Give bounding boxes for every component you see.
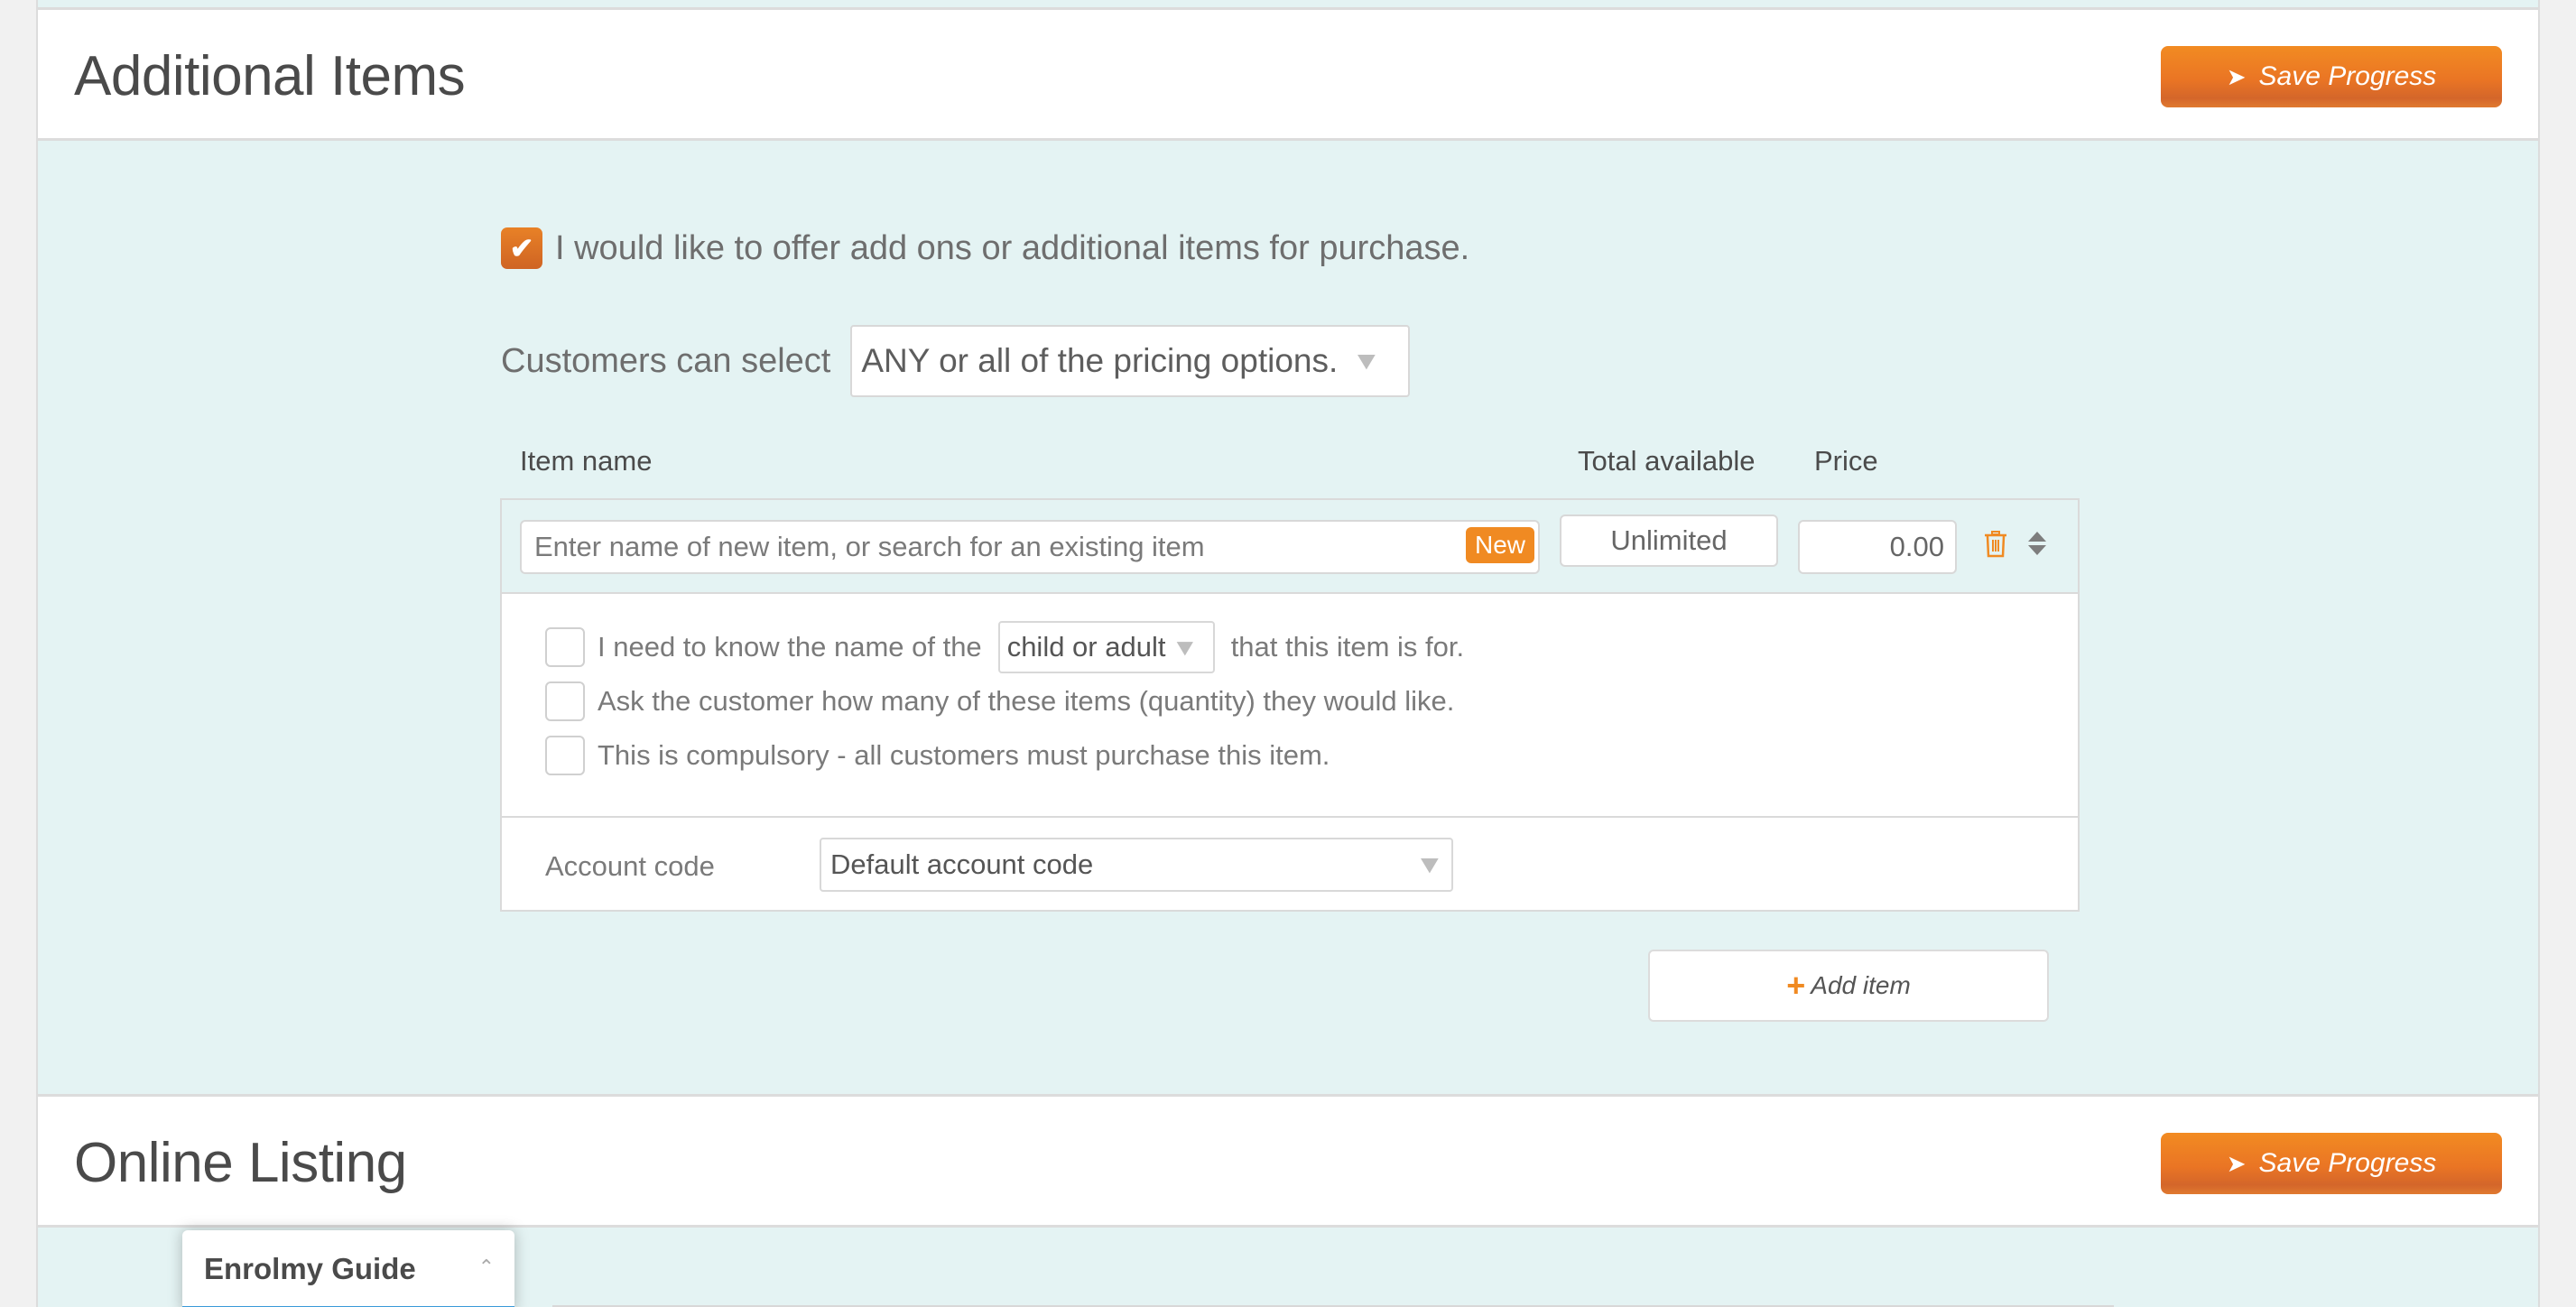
- save-progress-button[interactable]: ➤ Save Progress: [2161, 1133, 2502, 1194]
- new-badge: New: [1466, 527, 1535, 563]
- compulsory-option: This is compulsory - all customers must …: [545, 729, 2078, 782]
- chevron-down-icon: ▼: [1171, 633, 1199, 661]
- reorder-icon[interactable]: [2027, 531, 2047, 556]
- need-name-checkbox[interactable]: [545, 627, 585, 667]
- total-available-input[interactable]: Unlimited: [1560, 514, 1778, 567]
- offer-items-label[interactable]: I would like to offer add ons or additio…: [555, 229, 1469, 268]
- compulsory-checkbox[interactable]: [545, 736, 585, 775]
- pricing-options-select[interactable]: ANY or all of the pricing options. ▼: [850, 325, 1411, 397]
- need-name-option: I need to know the name of the child or …: [545, 621, 2078, 673]
- account-code-select[interactable]: Default account code ▼: [820, 838, 1453, 892]
- item-options: I need to know the name of the child or …: [502, 594, 2078, 818]
- additional-items-header: Additional Items ➤ Save Progress: [38, 7, 2538, 141]
- section-title: Online Listing: [74, 1132, 407, 1194]
- offer-items-checkbox[interactable]: ✔: [501, 227, 542, 269]
- save-progress-label: Save Progress: [2258, 61, 2437, 91]
- arrow-right-icon: ➤: [2226, 62, 2247, 90]
- item-card: Enter name of new item, or search for an…: [500, 498, 2080, 912]
- item-main-row: Enter name of new item, or search for an…: [502, 500, 2078, 594]
- need-name-suffix: that this item is for.: [1230, 631, 1465, 663]
- account-code-label: Account code: [545, 850, 715, 882]
- enrolmy-guide-widget[interactable]: Enrolmy Guide ⌃: [182, 1230, 514, 1307]
- need-name-prefix: I need to know the name of the: [598, 631, 982, 663]
- chevron-down-icon: ▼: [1414, 850, 1445, 878]
- pricing-options-value: ANY or all of the pricing options.: [861, 342, 1339, 379]
- account-code-row: Account code Default account code ▼: [502, 818, 2078, 912]
- item-name-input[interactable]: Enter name of new item, or search for an…: [520, 520, 1540, 574]
- save-progress-button[interactable]: ➤ Save Progress: [2161, 46, 2502, 107]
- add-item-label: Add item: [1811, 971, 1911, 999]
- offer-items-row: ✔ I would like to offer add ons or addit…: [501, 227, 1469, 269]
- account-code-value: Default account code: [830, 848, 1094, 880]
- column-header-total-available: Total available: [1578, 445, 1756, 477]
- customer-select-label: Customers can select: [501, 341, 831, 380]
- page-content: Additional Items ➤ Save Progress ✔ I wou…: [36, 0, 2540, 1307]
- child-or-adult-select[interactable]: child or adult ▼: [997, 621, 1215, 673]
- section-title: Additional Items: [74, 45, 466, 107]
- guide-title: Enrolmy Guide: [204, 1252, 416, 1285]
- save-progress-label: Save Progress: [2258, 1148, 2437, 1178]
- customer-select-row: Customers can select ANY or all of the p…: [501, 325, 1411, 397]
- column-header-item-name: Item name: [520, 445, 653, 477]
- trash-icon[interactable]: [1984, 531, 2007, 558]
- online-listing-header: Online Listing ➤ Save Progress: [38, 1094, 2538, 1228]
- child-or-adult-value: child or adult: [1006, 631, 1166, 663]
- plus-icon: +: [1786, 967, 1806, 1004]
- ask-quantity-label[interactable]: Ask the customer how many of these items…: [598, 685, 1454, 718]
- checkmark-icon: ✔: [509, 232, 534, 264]
- ask-quantity-checkbox[interactable]: [545, 681, 585, 721]
- compulsory-label[interactable]: This is compulsory - all customers must …: [598, 739, 1330, 772]
- ask-quantity-option: Ask the customer how many of these items…: [545, 675, 2078, 728]
- chevron-down-icon: ▼: [1351, 347, 1382, 375]
- column-header-price: Price: [1814, 445, 1878, 477]
- add-item-button[interactable]: + Add item: [1648, 950, 2049, 1022]
- arrow-right-icon: ➤: [2226, 1149, 2247, 1177]
- chevron-up-icon[interactable]: ⌃: [478, 1256, 495, 1279]
- price-input[interactable]: 0.00: [1798, 520, 1957, 574]
